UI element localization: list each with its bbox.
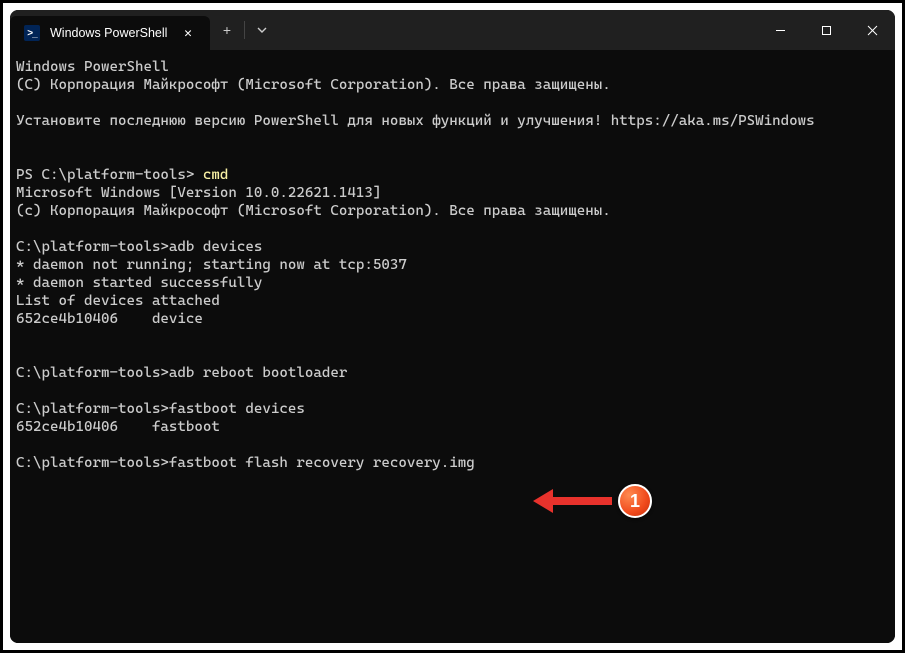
- prompt: PS C:\platform-tools>: [16, 167, 203, 183]
- tab-close-button[interactable]: ✕: [178, 23, 198, 43]
- terminal-output[interactable]: Windows PowerShell (C) Корпорация Майкро…: [10, 50, 895, 643]
- line: C:\platform-tools>fastboot devices: [16, 401, 305, 417]
- line: Установите последнюю версию PowerShell д…: [16, 113, 815, 129]
- line: C:\platform-tools>adb devices: [16, 239, 262, 255]
- tab-title: Windows PowerShell: [50, 26, 168, 40]
- line: * daemon not running; starting now at tc…: [16, 257, 407, 273]
- close-window-button[interactable]: [849, 10, 895, 50]
- line: 652ce4b10406 device: [16, 311, 203, 327]
- tab-dropdown-button[interactable]: [245, 24, 279, 36]
- titlebar: Windows PowerShell ✕ +: [10, 10, 895, 50]
- tab-powershell[interactable]: Windows PowerShell ✕: [10, 16, 210, 50]
- line: * daemon started successfully: [16, 275, 262, 291]
- line: Windows PowerShell: [16, 59, 169, 75]
- line: C:\platform-tools>adb reboot bootloader: [16, 365, 347, 381]
- maximize-button[interactable]: [803, 10, 849, 50]
- line: Microsoft Windows [Version 10.0.22621.14…: [16, 185, 381, 201]
- line: 652ce4b10406 fastboot: [16, 419, 220, 435]
- powershell-icon: [24, 25, 40, 41]
- line: (C) Корпорация Майкрософт (Microsoft Cor…: [16, 77, 611, 93]
- line: List of devices attached: [16, 293, 220, 309]
- minimize-button[interactable]: [757, 10, 803, 50]
- command: cmd: [203, 167, 229, 183]
- terminal-window: Windows PowerShell ✕ +: [10, 10, 895, 643]
- new-tab-button[interactable]: +: [210, 22, 244, 38]
- line: C:\platform-tools>fastboot flash recover…: [16, 455, 475, 471]
- line: (c) Корпорация Майкрософт (Microsoft Cor…: [16, 203, 611, 219]
